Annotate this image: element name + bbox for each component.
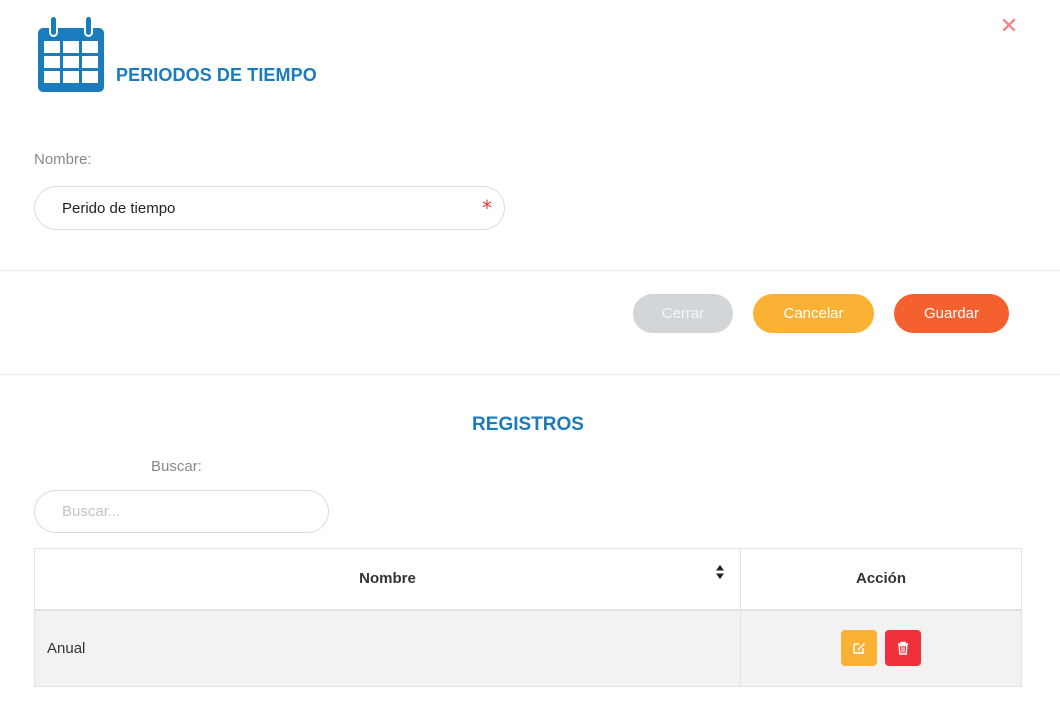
column-header-nombre[interactable]: Nombre [34, 548, 741, 611]
save-button[interactable]: Guardar [894, 294, 1009, 333]
delete-button[interactable] [885, 630, 922, 667]
name-input[interactable] [62, 187, 482, 229]
calendar-icon [38, 15, 104, 92]
close-button[interactable]: Cerrar [633, 294, 733, 333]
divider [0, 374, 1060, 375]
cancel-button[interactable]: Cancelar [753, 294, 874, 333]
cell-name: Anual [34, 609, 741, 687]
table-header-row: Nombre Acción [34, 548, 1022, 611]
page-title: PERIODOS DE TIEMPO [116, 65, 317, 85]
required-asterisk: * [482, 196, 492, 220]
column-header-label: Nombre [359, 570, 416, 588]
edit-button[interactable] [840, 630, 877, 667]
cell-actions [740, 609, 1022, 687]
records-table: Nombre Acción Anual [34, 548, 1022, 687]
sort-icon[interactable] [716, 565, 724, 579]
search-label: Buscar: [151, 458, 202, 475]
records-title: REGISTROS [472, 414, 584, 435]
search-input[interactable] [62, 491, 312, 532]
divider [0, 270, 1060, 271]
trash-icon [898, 642, 909, 655]
name-field[interactable]: * [34, 186, 505, 230]
name-label: Nombre: [34, 151, 92, 168]
column-header-label: Acción [855, 570, 906, 588]
close-icon[interactable]: ✕ [999, 16, 1019, 38]
column-header-accion: Acción [740, 548, 1022, 611]
search-field[interactable] [34, 490, 329, 533]
edit-icon [853, 643, 865, 654]
table-row: Anual [34, 609, 1022, 687]
modal-header: PERIODOS DE TIEMPO [38, 14, 317, 92]
